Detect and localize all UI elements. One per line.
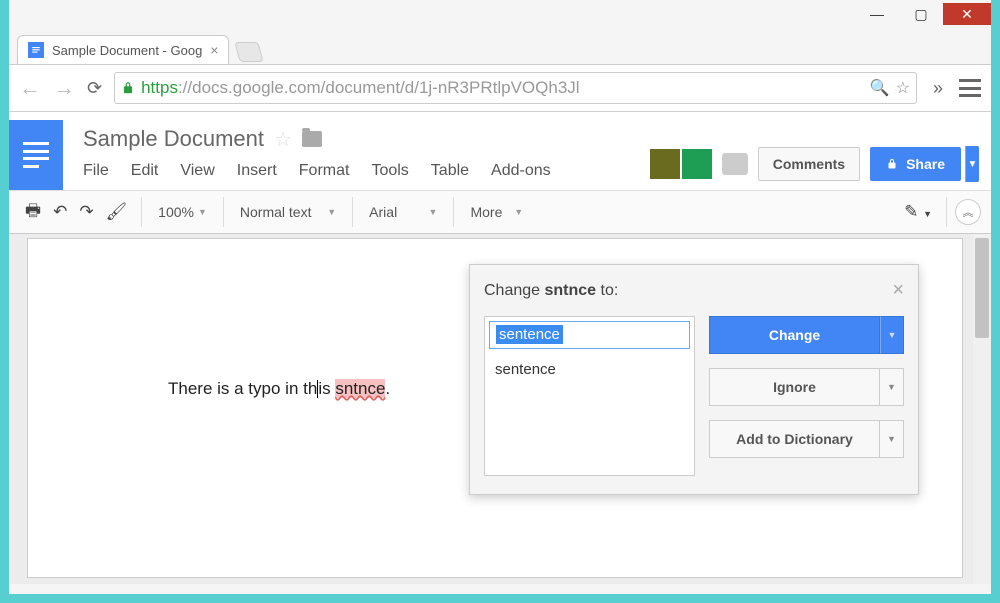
back-button[interactable]: ←: [19, 75, 41, 101]
overflow-icon[interactable]: »: [929, 78, 947, 99]
new-tab-button[interactable]: [235, 42, 264, 62]
star-icon[interactable]: ☆: [896, 78, 910, 98]
url-text: https://docs.google.com/document/d/1j-nR…: [141, 78, 864, 98]
lock-icon: [886, 158, 898, 170]
vertical-scrollbar[interactable]: [973, 234, 991, 584]
docs-header: Sample Document ☆ File Edit View Insert …: [9, 112, 991, 190]
tab-close-icon[interactable]: ×: [210, 42, 218, 58]
misspelled-word[interactable]: sntnce: [335, 379, 385, 398]
document-title[interactable]: Sample Document: [83, 126, 264, 152]
menubar: File Edit View Insert Format Tools Table…: [83, 152, 650, 180]
change-button[interactable]: Change ▼: [709, 316, 904, 354]
style-selector[interactable]: Normal text ▼: [232, 200, 344, 224]
add-to-dictionary-button[interactable]: Add to Dictionary ▼: [709, 420, 904, 458]
undo-icon[interactable]: ↶: [47, 202, 73, 222]
collaborator-avatar[interactable]: [650, 149, 680, 179]
window-maximize-button[interactable]: ▢: [899, 4, 943, 24]
menu-edit[interactable]: Edit: [131, 162, 159, 180]
ignore-dropdown-icon[interactable]: ▼: [880, 368, 904, 406]
spellcheck-prompt: Change sntnce to:: [484, 282, 618, 300]
change-dropdown-icon[interactable]: ▼: [880, 316, 904, 354]
print-icon[interactable]: 🖶: [19, 198, 47, 227]
menu-addons[interactable]: Add-ons: [491, 162, 551, 180]
close-icon[interactable]: ×: [892, 279, 904, 302]
zoom-selector[interactable]: 100%▼: [150, 200, 215, 224]
share-dropdown-icon[interactable]: ▼: [965, 146, 979, 182]
lock-icon: [121, 81, 135, 95]
tab-title: Sample Document - Goog: [52, 43, 202, 58]
collaborator-avatar[interactable]: [682, 149, 712, 179]
add-dropdown-icon[interactable]: ▼: [880, 420, 904, 458]
search-icon[interactable]: 🔍: [870, 78, 890, 98]
star-document-icon[interactable]: ☆: [274, 127, 292, 152]
presence-avatars: [650, 149, 712, 179]
spellcheck-popup: Change sntnce to: × sentence sentence Ch…: [469, 264, 919, 495]
forward-button[interactable]: →: [53, 75, 75, 101]
suggestion-list: sentence sentence: [484, 316, 695, 476]
menu-view[interactable]: View: [180, 162, 214, 180]
hamburger-menu-icon[interactable]: [959, 79, 981, 97]
body-text: There is a typo in this sntnce.: [168, 379, 390, 398]
comments-button[interactable]: Comments: [758, 147, 860, 181]
window-minimize-button[interactable]: —: [855, 4, 899, 24]
docs-toolbar: 🖶 ↶ ↷ 🖌 100%▼ Normal text ▼ Arial ▼ More…: [9, 190, 991, 234]
menu-tools[interactable]: Tools: [371, 162, 408, 180]
docs-logo-icon[interactable]: [9, 120, 63, 190]
window-close-button[interactable]: ✕: [943, 3, 991, 25]
font-selector[interactable]: Arial ▼: [361, 200, 445, 224]
reload-button[interactable]: ⟳: [87, 78, 102, 99]
editing-mode-icon[interactable]: ✎ ▼: [898, 202, 938, 222]
scrollbar-thumb[interactable]: [975, 238, 989, 338]
browser-tabstrip: Sample Document - Goog ×: [9, 28, 991, 64]
paint-format-icon[interactable]: 🖌: [100, 202, 134, 222]
window-titlebar: — ▢ ✕: [9, 0, 991, 28]
browser-tab[interactable]: Sample Document - Goog ×: [17, 35, 229, 64]
menu-insert[interactable]: Insert: [237, 162, 277, 180]
suggestion-input[interactable]: sentence: [489, 321, 690, 349]
menu-format[interactable]: Format: [299, 162, 350, 180]
address-bar[interactable]: https://docs.google.com/document/d/1j-nR…: [114, 72, 917, 104]
chat-icon[interactable]: [722, 153, 748, 175]
ignore-button[interactable]: Ignore ▼: [709, 368, 904, 406]
menu-file[interactable]: File: [83, 162, 109, 180]
suggestion-item[interactable]: sentence: [485, 353, 694, 386]
collapse-toolbar-icon[interactable]: ︽: [955, 199, 981, 225]
redo-icon[interactable]: ↷: [73, 202, 99, 222]
menu-table[interactable]: Table: [431, 162, 469, 180]
move-to-folder-icon[interactable]: [302, 131, 322, 147]
docs-favicon-icon: [28, 42, 44, 58]
share-button[interactable]: Share: [870, 147, 961, 181]
browser-toolbar: ← → ⟳ https://docs.google.com/document/d…: [9, 64, 991, 112]
more-toolbar-button[interactable]: More ▼: [462, 200, 531, 224]
